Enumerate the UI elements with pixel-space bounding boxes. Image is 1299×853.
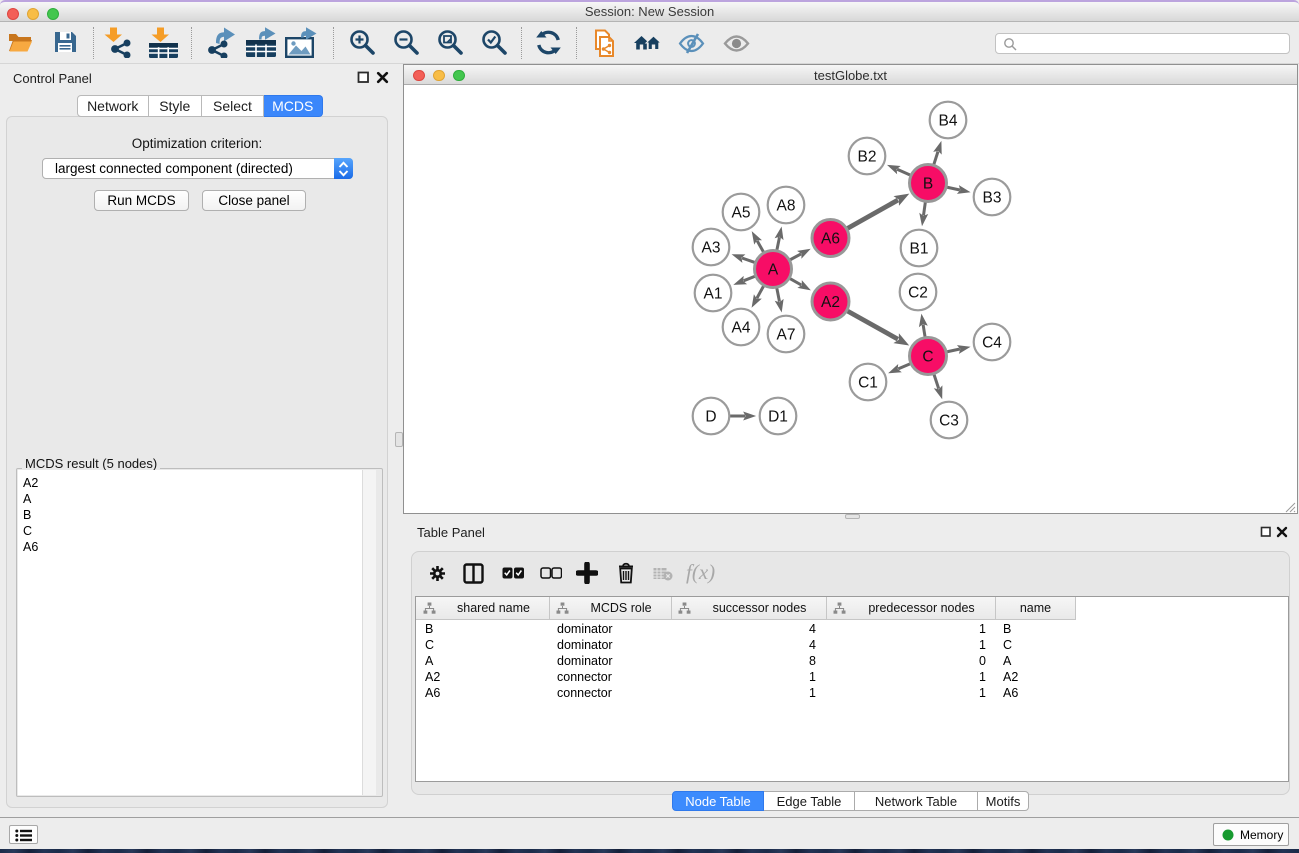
svg-text:A3: A3 xyxy=(702,240,721,257)
svg-text:C4: C4 xyxy=(982,335,1002,352)
svg-text:A4: A4 xyxy=(732,320,751,337)
svg-text:A1: A1 xyxy=(704,286,723,303)
svg-text:D1: D1 xyxy=(768,409,788,426)
svg-text:B3: B3 xyxy=(983,190,1002,207)
svg-text:A5: A5 xyxy=(732,205,751,222)
svg-text:A: A xyxy=(768,262,779,279)
svg-text:B1: B1 xyxy=(910,241,929,258)
svg-text:C: C xyxy=(922,349,933,366)
svg-text:C3: C3 xyxy=(939,413,959,430)
svg-text:C2: C2 xyxy=(908,285,928,302)
svg-text:A2: A2 xyxy=(821,294,840,311)
svg-text:C1: C1 xyxy=(858,375,878,392)
svg-text:B: B xyxy=(923,176,933,193)
svg-text:B2: B2 xyxy=(858,149,877,166)
svg-text:B4: B4 xyxy=(939,113,958,130)
svg-text:A6: A6 xyxy=(821,231,840,248)
svg-text:A7: A7 xyxy=(777,327,796,344)
svg-text:D: D xyxy=(705,409,716,426)
svg-text:A8: A8 xyxy=(777,198,796,215)
